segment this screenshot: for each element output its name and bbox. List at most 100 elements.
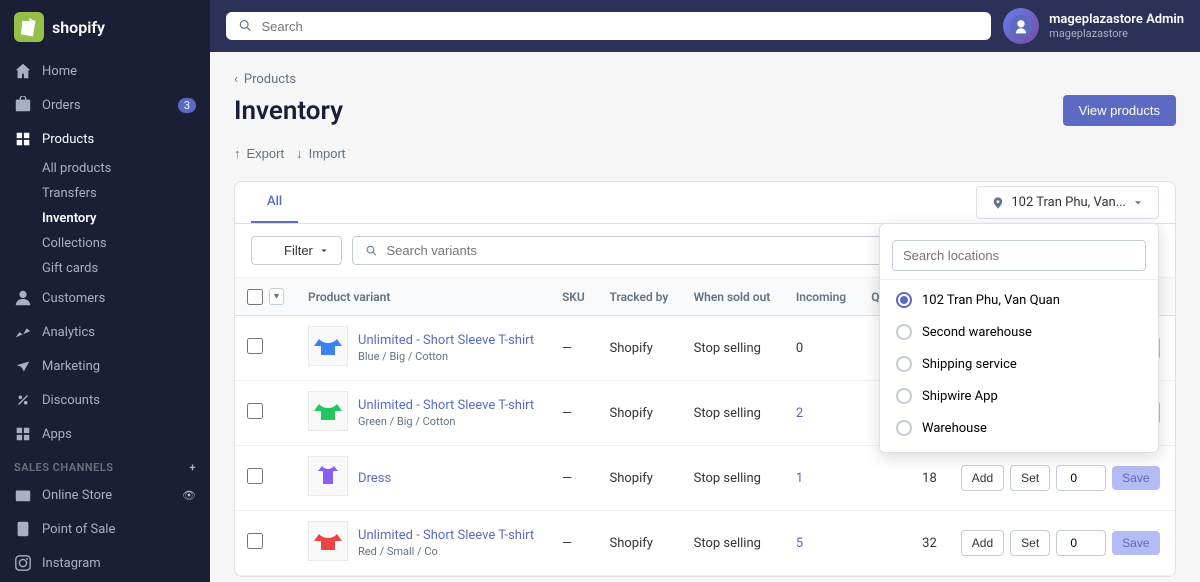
set-button[interactable]: Set [1010,465,1050,491]
import-icon: ↓ [296,146,303,161]
online-store-visibility-icon[interactable]: 👁 [182,489,196,502]
quantity-input[interactable] [1056,530,1106,556]
sidebar-item-orders[interactable]: Orders 3 [0,88,210,122]
location-dropdown: 102 Tran Phu, Van Quan Second warehouse … [879,223,1159,453]
sidebar-item-marketing[interactable]: Marketing [0,349,210,383]
sidebar-item-discounts[interactable]: Discounts [0,383,210,417]
incoming-link[interactable]: 2 [796,406,803,421]
sidebar-item-point-of-sale[interactable]: Point of Sale [0,512,210,546]
search-variants-icon [365,244,379,258]
export-icon: ↑ [234,146,241,161]
product-thumbnail [308,391,348,435]
tracked-by-cell: Shopify [597,381,681,446]
sidebar-item-analytics[interactable]: Analytics [0,315,210,349]
page-header: Inventory View products [234,95,1176,126]
search-bar[interactable] [226,12,991,40]
location-option-3[interactable]: Shipping service [880,348,1158,380]
row-checkbox[interactable] [247,403,263,419]
product-variant-header: Product variant [296,278,550,316]
page-title: Inventory [234,96,343,126]
sidebar-subitem-all-products[interactable]: All products [0,156,210,181]
sidebar-item-apps[interactable]: Apps [0,417,210,451]
sidebar-subitem-inventory[interactable]: Inventory [0,206,210,231]
product-name-link[interactable]: Unlimited - Short Sleeve T-shirt [358,398,534,413]
sidebar-orders-label: Orders [42,98,81,113]
apps-icon [14,425,32,443]
add-button[interactable]: Add [961,465,1004,491]
incoming-link[interactable]: 1 [796,471,803,486]
sidebar-subitem-collections[interactable]: Collections [0,231,210,256]
search-input[interactable] [262,19,980,34]
product-info: Unlimited - Short Sleeve T-shirt Green /… [358,398,534,428]
row-checkbox-cell [235,446,296,511]
sidebar-item-home[interactable]: Home [0,54,210,88]
product-variant-text: Blue / Big / Cotton [358,350,534,363]
location-search-input[interactable] [892,240,1146,271]
shopify-logo-icon [14,12,44,42]
radio-selected-icon [896,292,912,308]
sidebar-item-customers[interactable]: Customers [0,281,210,315]
avatar [1003,8,1039,44]
user-store: mageplazastore [1049,27,1184,40]
sidebar-customers-label: Customers [42,291,105,306]
row-checkbox[interactable] [247,468,263,484]
product-name-link[interactable]: Unlimited - Short Sleeve T-shirt [358,528,534,543]
add-sales-channel-icon[interactable]: + [189,461,196,474]
add-button[interactable]: Add [961,530,1004,556]
product-name-link[interactable]: Dress [358,471,391,486]
location-search-wrapper [880,232,1158,280]
quantity-input[interactable] [1056,465,1106,491]
radio-unselected-icon-2 [896,356,912,372]
import-button[interactable]: ↓ Import [296,142,345,165]
when-sold-out-header: When sold out [682,278,784,316]
select-all-checkbox[interactable] [247,289,263,305]
sku-cell: — [550,381,598,446]
topbar: mageplazastore Admin mageplazastore [210,0,1200,52]
product-cell: Unlimited - Short Sleeve T-shirt Blue / … [296,316,550,381]
product-name-link[interactable]: Unlimited - Short Sleeve T-shirt [358,333,534,348]
customers-icon [14,289,32,307]
sku-cell: — [550,511,598,576]
location-option-2[interactable]: Second warehouse [880,316,1158,348]
sku-cell: — [550,446,598,511]
export-button[interactable]: ↑ Export [234,142,284,165]
tab-all[interactable]: All [251,182,298,223]
location-option-4[interactable]: Shipwire App [880,380,1158,412]
sidebar-logo[interactable]: shopify [0,0,210,54]
discounts-icon [14,391,32,409]
incoming-cell: 2 [784,381,859,446]
location-selector[interactable]: 102 Tran Phu, Van... [976,186,1159,219]
main-area: mageplazastore Admin mageplazastore ‹ Pr… [210,0,1200,582]
row-checkbox-cell [235,511,296,576]
save-button[interactable]: Save [1112,531,1159,555]
sidebar-subitem-transfers[interactable]: Transfers [0,181,210,206]
row-checkbox[interactable] [247,533,263,549]
radio-unselected-icon [896,324,912,340]
row-checkbox[interactable] [247,338,263,354]
product-info: Dress [358,471,391,486]
incoming-link[interactable]: 5 [796,536,803,551]
sidebar-item-online-store[interactable]: Online Store 👁 [0,478,210,512]
sidebar-item-instagram[interactable]: Instagram [0,546,210,580]
orders-badge: 3 [178,98,196,113]
location-option-1[interactable]: 102 Tran Phu, Van Quan [880,284,1158,316]
filter-button[interactable]: Filter [251,236,342,265]
quantity-cell: 18 [859,446,949,511]
breadcrumb[interactable]: ‹ Products [234,72,1176,87]
sidebar-item-products[interactable]: Products [0,122,210,156]
user-menu[interactable]: mageplazastore Admin mageplazastore [1003,8,1184,44]
product-info: Unlimited - Short Sleeve T-shirt Blue / … [358,333,534,363]
sidebar-subitem-gift-cards[interactable]: Gift cards [0,256,210,281]
search-icon [238,18,254,34]
app-name: shopify [52,18,105,37]
view-products-button[interactable]: View products [1063,95,1176,126]
save-button[interactable]: Save [1112,466,1159,490]
checkbox-dropdown-btn[interactable]: ▾ [269,288,284,305]
product-thumbnail [308,521,348,565]
actions-row: ↑ Export ↓ Import [234,142,1176,165]
user-info: mageplazastore Admin mageplazastore [1049,12,1184,40]
set-button[interactable]: Set [1010,530,1050,556]
home-icon [14,62,32,80]
location-option-5[interactable]: Warehouse [880,412,1158,444]
product-thumbnail [308,326,348,370]
